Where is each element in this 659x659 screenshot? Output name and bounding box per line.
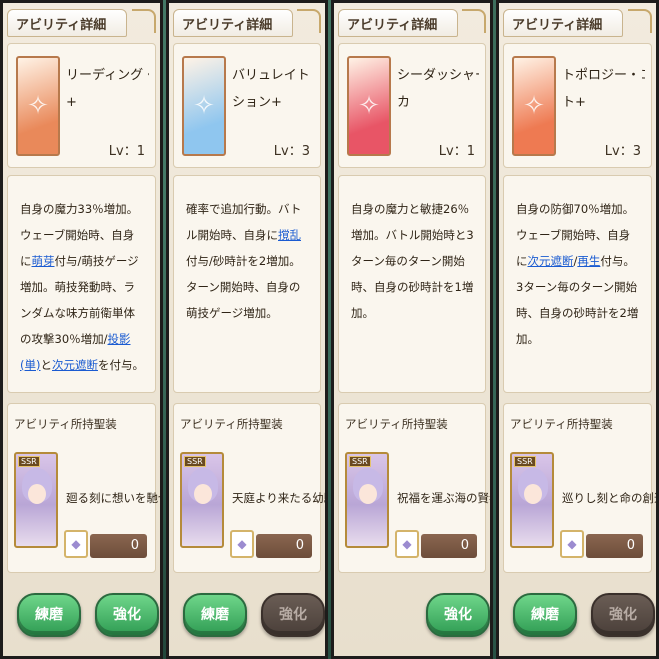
description-box: 自身の魔力33％増加。ウェーブ開始時、自身に萌芽付与/萌技ゲージ増加。萌技発動時… (7, 175, 156, 393)
enhance-button-disabled: 強化 (261, 593, 325, 637)
equipment-name: 巡りし刻と命の創造者 (562, 491, 656, 505)
ability-name-line2: ト+ (562, 95, 586, 110)
ability-level: Lv：1 (438, 144, 475, 159)
corner-ornament (132, 9, 156, 33)
description-text: 自身の魔力と敏捷26％増加。バトル開始時と3ターン毎のターン開始時、自身の砂時計… (351, 202, 474, 320)
ability-name-line2: ション+ (232, 95, 282, 110)
equipment-card[interactable]: SSR (14, 452, 58, 548)
rarity-badge: SSR (184, 456, 206, 467)
equipment-card[interactable]: SSR (180, 452, 224, 548)
enhance-button[interactable]: 強化 (426, 593, 490, 637)
status-effect-link[interactable]: 次元遮断 (528, 254, 574, 268)
description-text: 付与/砂時計を2増加。ターン開始時、自身の萌技ゲージ増加。 (186, 254, 301, 320)
enhance-button[interactable]: 強化 (95, 593, 159, 637)
equipment-section: アビリティ所持聖装 SSR 廻る刻に想いを馳せて ◆0 (7, 403, 160, 573)
refine-button[interactable]: 練磨 (513, 593, 577, 637)
description-box: 確率で追加行動。バトル開始時、自身に撹乱付与/砂時計を2増加。ターン開始時、自身… (173, 175, 321, 393)
ability-name: トポロジー・コントラスト+ (562, 62, 645, 116)
ability-detail-panel: アビリティ詳細 ✧ トポロジー・コントラスト+ Lv：3 自身の防御70％増加。ウェーブ… (496, 0, 659, 659)
ability-icon: ✧ (347, 56, 391, 156)
ability-detail-panel: アビリティ詳細 ✧ リーディング・ポラリスト + Lv：1 自身の魔力33％増加。ウェーブ… (0, 0, 163, 659)
ability-name-line1: シーダッシャー・イール (397, 68, 479, 83)
ability-header: ✧ シーダッシャー・イールカ Lv：1 (338, 43, 486, 168)
ability-level: Lv：3 (273, 144, 310, 159)
character-portrait-face (524, 484, 542, 504)
ability-description: 自身の防御70％増加。ウェーブ開始時、自身に次元遮断/再生付与。3ターン毎のター… (516, 196, 641, 352)
ability-detail-panel: アビリティ詳細 ✧ シーダッシャー・イールカ Lv：1 自身の魔力と敏捷26％増加。バト… (331, 0, 493, 659)
equipment-card[interactable]: SSR (345, 452, 389, 548)
description-text: を付与。 (97, 358, 144, 372)
corner-ornament (462, 9, 486, 33)
character-portrait-face (359, 484, 377, 504)
character-portrait-face (194, 484, 212, 504)
ability-header: ✧ リーディング・ポラリスト + Lv：1 (7, 43, 156, 168)
equipment-section-header: アビリティ所持聖装 (510, 417, 613, 431)
ability-name-line1: リーディング・ポラリスト (66, 68, 149, 83)
material-count: 0 (421, 534, 477, 558)
ability-description: 確率で追加行動。バトル開始時、自身に撹乱付与/砂時計を2増加。ターン開始時、自身… (186, 196, 310, 326)
ability-description: 自身の魔力と敏捷26％増加。バトル開始時と3ターン毎のターン開始時、自身の砂時計… (351, 196, 475, 326)
ability-name-line2: + (66, 95, 77, 110)
rarity-badge: SSR (18, 456, 40, 467)
ability-emblem-icon: ✧ (27, 91, 49, 121)
ability-name-line1: トポロジー・コントラス (562, 68, 645, 83)
material-count: 0 (256, 534, 312, 558)
enhance-button-disabled: 強化 (591, 593, 655, 637)
equipment-section: アビリティ所持聖装 SSR 巡りし刻と命の創造者 ◆0 (503, 403, 656, 573)
status-effect-link[interactable]: 再生 (577, 254, 600, 268)
ability-header: ✧ バリュレイト・エモーション+ Lv：3 (173, 43, 321, 168)
ability-header: ✧ トポロジー・コントラスト+ Lv：3 (503, 43, 652, 168)
equipment-section: アビリティ所持聖装 SSR 天庭より来たる幼馴染 ◆0 (173, 403, 325, 573)
panel-title: アビリティ詳細 (503, 9, 623, 37)
material-icon: ◆ (560, 530, 584, 558)
status-effect-link[interactable]: 次元遮断 (52, 358, 98, 372)
ability-name: バリュレイト・エモーション+ (232, 62, 314, 116)
ability-detail-panel: アビリティ詳細 ✧ バリュレイト・エモーション+ Lv：3 確率で追加行動。バトル開始時… (166, 0, 328, 659)
material-icon: ◆ (395, 530, 419, 558)
description-box: 自身の防御70％増加。ウェーブ開始時、自身に次元遮断/再生付与。3ターン毎のター… (503, 175, 652, 393)
ability-icon: ✧ (182, 56, 226, 156)
ability-name: リーディング・ポラリスト + (66, 62, 149, 116)
description-text: と (40, 358, 52, 372)
rarity-badge: SSR (349, 456, 371, 467)
material-count: 0 (586, 534, 643, 558)
equipment-name: 祝福を運ぶ海の賢者 (397, 491, 493, 505)
ability-icon: ✧ (512, 56, 556, 156)
material-icon: ◆ (64, 530, 88, 558)
ability-name-line1: バリュレイト・エモー (232, 68, 314, 83)
panel-title: アビリティ詳細 (338, 9, 458, 37)
ability-emblem-icon: ✧ (358, 91, 380, 121)
panel-title: アビリティ詳細 (173, 9, 293, 37)
refine-button[interactable]: 練磨 (17, 593, 81, 637)
ability-level: Lv：3 (604, 144, 641, 159)
material-icon: ◆ (230, 530, 254, 558)
corner-ornament (628, 9, 652, 33)
status-effect-link[interactable]: 萌芽 (32, 254, 55, 268)
refine-button[interactable]: 練磨 (183, 593, 247, 637)
rarity-badge: SSR (514, 456, 536, 467)
equipment-section-header: アビリティ所持聖装 (14, 417, 117, 431)
description-box: 自身の魔力と敏捷26％増加。バトル開始時と3ターン毎のターン開始時、自身の砂時計… (338, 175, 486, 393)
ability-name-line2: カ (397, 95, 411, 110)
status-effect-link[interactable]: 撹乱 (278, 228, 301, 242)
corner-ornament (297, 9, 321, 33)
material-count: 0 (90, 534, 147, 558)
equipment-name: 天庭より来たる幼馴染 (232, 491, 325, 505)
ability-emblem-icon: ✧ (523, 91, 545, 121)
ability-icon: ✧ (16, 56, 60, 156)
equipment-section-header: アビリティ所持聖装 (345, 417, 448, 431)
ability-description: 自身の魔力33％増加。ウェーブ開始時、自身に萌芽付与/萌技ゲージ増加。萌技発動時… (20, 196, 145, 378)
ability-level: Lv：1 (108, 144, 145, 159)
equipment-card[interactable]: SSR (510, 452, 554, 548)
equipment-name: 廻る刻に想いを馳せて (66, 491, 160, 505)
ability-emblem-icon: ✧ (193, 91, 215, 121)
equipment-section-header: アビリティ所持聖装 (180, 417, 283, 431)
panel-title: アビリティ詳細 (7, 9, 127, 37)
ability-name: シーダッシャー・イールカ (397, 62, 479, 116)
character-portrait-face (28, 484, 46, 504)
equipment-section: アビリティ所持聖装 SSR 祝福を運ぶ海の賢者 ◆ 0 (338, 403, 490, 573)
